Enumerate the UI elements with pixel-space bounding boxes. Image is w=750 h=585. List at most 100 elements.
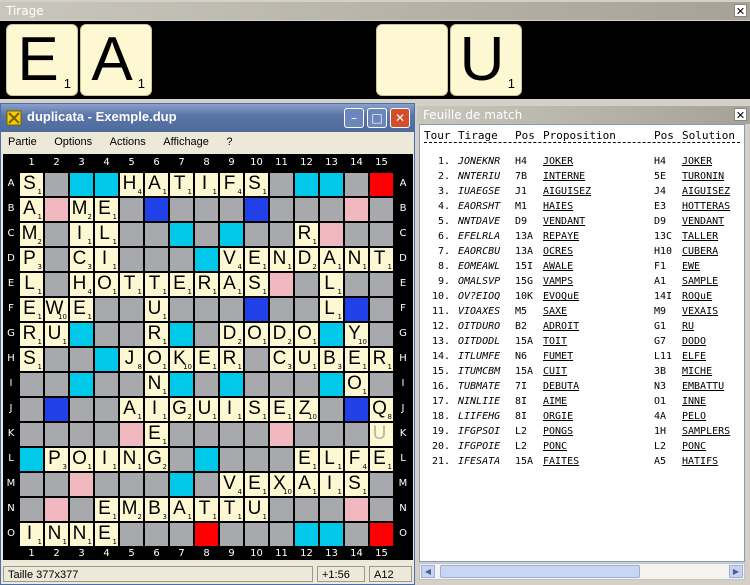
board-square[interactable] — [370, 473, 393, 496]
board-square[interactable] — [320, 223, 343, 246]
board-square[interactable] — [370, 523, 393, 546]
board-tile[interactable]: T1 — [195, 498, 218, 521]
board-tile[interactable]: E1 — [345, 348, 368, 371]
board-tile[interactable]: M2 — [120, 498, 143, 521]
board-square[interactable] — [245, 523, 268, 546]
maximize-button[interactable]: □ — [367, 108, 387, 128]
board-square[interactable] — [345, 198, 368, 221]
board-square[interactable] — [245, 198, 268, 221]
board-tile[interactable]: E1 — [145, 423, 168, 446]
board-tile[interactable]: N1 — [345, 248, 368, 271]
board-square[interactable] — [320, 198, 343, 221]
board-square[interactable] — [95, 298, 118, 321]
board-square[interactable] — [170, 248, 193, 271]
board-square[interactable] — [45, 198, 68, 221]
board-square[interactable] — [220, 423, 243, 446]
board-square[interactable] — [195, 473, 218, 496]
board-square[interactable] — [120, 523, 143, 546]
match-close-icon[interactable]: ✕ — [734, 108, 747, 122]
menu-options[interactable]: Options — [47, 133, 99, 148]
board-square[interactable] — [95, 348, 118, 371]
board-square[interactable] — [320, 523, 343, 546]
board-tile[interactable]: X 10 — [270, 473, 293, 496]
board-square[interactable] — [220, 373, 243, 396]
rack-tile[interactable]: E1 — [6, 24, 78, 96]
board-tile[interactable]: L1 — [320, 273, 343, 296]
board-tile[interactable]: O1 — [295, 323, 318, 346]
board-tile[interactable]: U — [370, 423, 393, 446]
scroll-left-icon[interactable]: ◀ — [421, 565, 435, 578]
board-square[interactable] — [170, 223, 193, 246]
board-tile[interactable]: N1 — [120, 448, 143, 471]
board-tile[interactable]: J8 — [120, 348, 143, 371]
board-tile[interactable]: D2 — [220, 323, 243, 346]
board-square[interactable] — [45, 248, 68, 271]
board-square[interactable] — [70, 398, 93, 421]
board-tile[interactable]: N1 — [45, 523, 68, 546]
board-square[interactable] — [295, 523, 318, 546]
board-tile[interactable]: E1 — [95, 523, 118, 546]
board-tile[interactable]: I1 — [95, 448, 118, 471]
board-square[interactable] — [145, 473, 168, 496]
board-tile[interactable]: M2 — [20, 223, 43, 246]
board-square[interactable] — [295, 298, 318, 321]
board-square[interactable] — [245, 298, 268, 321]
board-tile[interactable]: N1 — [70, 523, 93, 546]
board-tile[interactable]: O1 — [245, 323, 268, 346]
board-tile[interactable]: R1 — [220, 348, 243, 371]
board-tile[interactable]: T1 — [170, 173, 193, 196]
board-square[interactable] — [345, 423, 368, 446]
menu-actions[interactable]: Actions — [103, 133, 153, 148]
board-square[interactable] — [45, 273, 68, 296]
board-square[interactable] — [370, 223, 393, 246]
board-square[interactable] — [145, 198, 168, 221]
board-tile[interactable]: S1 — [20, 348, 43, 371]
board-square[interactable] — [195, 298, 218, 321]
scroll-right-icon[interactable]: ▶ — [729, 565, 743, 578]
board-square[interactable] — [295, 423, 318, 446]
board-tile[interactable]: R1 — [20, 323, 43, 346]
board-tile[interactable]: H4 — [70, 273, 93, 296]
board-tile[interactable]: U1 — [245, 498, 268, 521]
board-square[interactable] — [195, 523, 218, 546]
duplicata-titlebar[interactable]: duplicata - Exemple.dup – □ ✕ — [1, 104, 414, 132]
board-square[interactable] — [270, 198, 293, 221]
board-tile[interactable]: A1 — [120, 398, 143, 421]
board-tile[interactable]: O1 — [145, 348, 168, 371]
board-tile[interactable]: A1 — [145, 173, 168, 196]
board-square[interactable] — [20, 448, 43, 471]
board-square[interactable] — [345, 223, 368, 246]
board-tile[interactable]: E1 — [295, 448, 318, 471]
board-square[interactable] — [45, 223, 68, 246]
board-square[interactable] — [95, 323, 118, 346]
board-tile[interactable]: V4 — [220, 473, 243, 496]
board-square[interactable] — [195, 448, 218, 471]
board-tile[interactable]: E1 — [95, 498, 118, 521]
board-square[interactable] — [370, 173, 393, 196]
board-tile[interactable]: S1 — [345, 473, 368, 496]
board-square[interactable] — [120, 223, 143, 246]
board-square[interactable] — [295, 373, 318, 396]
board-square[interactable] — [20, 423, 43, 446]
board-tile[interactable]: E1 — [195, 348, 218, 371]
board-square[interactable] — [70, 348, 93, 371]
board-square[interactable] — [195, 223, 218, 246]
board-square[interactable] — [245, 423, 268, 446]
board-tile[interactable]: G2 — [145, 448, 168, 471]
board-tile[interactable]: A1 — [320, 248, 343, 271]
board-square[interactable] — [70, 498, 93, 521]
board-tile[interactable]: R1 — [145, 323, 168, 346]
rack-tile[interactable]: A1 — [80, 24, 152, 96]
board-square[interactable] — [270, 373, 293, 396]
board-square[interactable] — [295, 273, 318, 296]
horizontal-scrollbar[interactable]: ◀ ▶ — [419, 563, 745, 580]
board-square[interactable] — [70, 373, 93, 396]
board-tile[interactable]: E1 — [245, 473, 268, 496]
board-tile[interactable]: R1 — [370, 348, 393, 371]
board-square[interactable] — [370, 498, 393, 521]
board-square[interactable] — [170, 298, 193, 321]
board-tile[interactable]: U1 — [195, 398, 218, 421]
board-tile[interactable]: E1 — [95, 198, 118, 221]
board-square[interactable] — [145, 523, 168, 546]
board-square[interactable] — [295, 173, 318, 196]
